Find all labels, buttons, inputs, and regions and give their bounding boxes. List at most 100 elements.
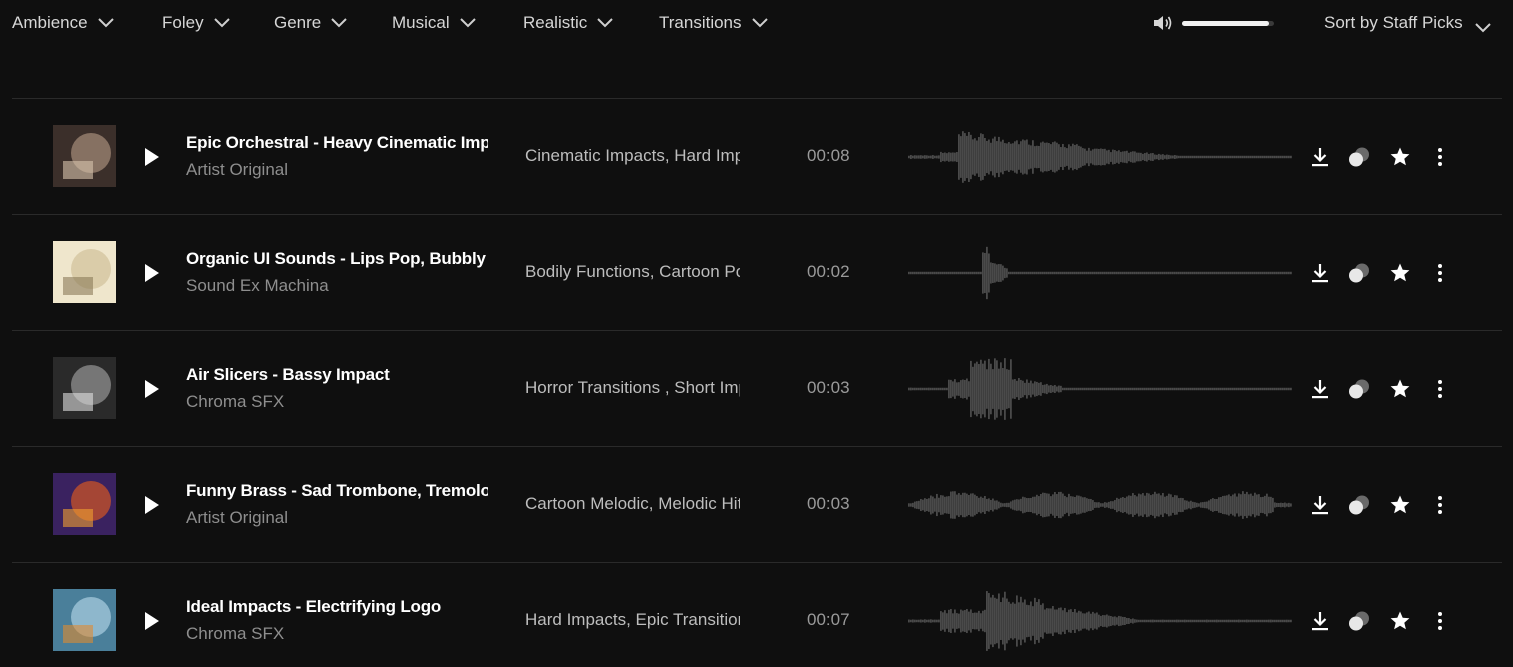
waveform-bar bbox=[1018, 144, 1020, 170]
track-title[interactable]: Epic Orchestral - Heavy Cinematic Impact bbox=[186, 133, 488, 153]
play-icon[interactable] bbox=[140, 146, 162, 168]
track-tags[interactable]: Bodily Functions, Cartoon Pops bbox=[525, 262, 740, 282]
waveform-bar bbox=[974, 612, 976, 630]
waveform-bar bbox=[1072, 496, 1074, 514]
collection-icon[interactable] bbox=[1348, 610, 1370, 632]
track-cover-image[interactable] bbox=[53, 125, 116, 187]
more-vertical-icon[interactable] bbox=[1429, 494, 1451, 516]
track-cover-image[interactable] bbox=[53, 473, 116, 535]
waveform-bar bbox=[918, 387, 920, 391]
star-icon[interactable] bbox=[1389, 146, 1411, 168]
star-icon[interactable] bbox=[1389, 494, 1411, 516]
waveform-bar bbox=[1184, 619, 1186, 623]
track-artist[interactable]: Artist Original bbox=[186, 160, 488, 180]
download-icon[interactable] bbox=[1309, 262, 1331, 284]
filter-transitions[interactable]: Transitions bbox=[659, 10, 768, 36]
track-title[interactable]: Organic UI Sounds - Lips Pop, Bubbly bbox=[186, 249, 488, 269]
waveform-bar bbox=[1226, 387, 1228, 391]
more-vertical-icon[interactable] bbox=[1429, 262, 1451, 284]
play-icon[interactable] bbox=[140, 610, 162, 632]
waveform-bar bbox=[1006, 502, 1008, 508]
collection-icon[interactable] bbox=[1348, 146, 1370, 168]
track-artist[interactable]: Sound Ex Machina bbox=[186, 276, 488, 296]
track-tags[interactable]: Cinematic Impacts, Hard Impacts bbox=[525, 146, 740, 166]
track-title[interactable]: Air Slicers - Bassy Impact bbox=[186, 365, 488, 385]
waveform[interactable] bbox=[908, 354, 1292, 424]
star-icon[interactable] bbox=[1389, 262, 1411, 284]
waveform-bar bbox=[1166, 495, 1168, 515]
waveform-bar bbox=[1108, 271, 1110, 275]
track-cover-image[interactable] bbox=[53, 241, 116, 303]
waveform[interactable] bbox=[908, 238, 1292, 308]
sort-label: Sort by Staff Picks bbox=[1324, 13, 1463, 32]
waveform-bar bbox=[1242, 619, 1244, 623]
waveform-bar bbox=[1200, 271, 1202, 275]
speaker-icon[interactable] bbox=[1152, 13, 1176, 33]
waveform[interactable] bbox=[908, 470, 1292, 540]
download-icon[interactable] bbox=[1309, 378, 1331, 400]
waveform-bar bbox=[1160, 619, 1162, 623]
track-row[interactable]: Funny Brass - Sad Trombone, Tremolo Arti… bbox=[12, 446, 1502, 562]
volume-slider[interactable] bbox=[1182, 20, 1274, 26]
filter-realistic[interactable]: Realistic bbox=[523, 10, 613, 36]
waveform-bar bbox=[1116, 271, 1118, 275]
waveform[interactable] bbox=[908, 586, 1292, 656]
play-icon[interactable] bbox=[140, 378, 162, 400]
collection-icon[interactable] bbox=[1348, 262, 1370, 284]
waveform-bar bbox=[1168, 493, 1170, 517]
track-cover-image[interactable] bbox=[53, 357, 116, 419]
download-icon[interactable] bbox=[1309, 494, 1331, 516]
track-tags[interactable]: Horror Transitions , Short Impacts bbox=[525, 378, 740, 398]
download-icon[interactable] bbox=[1309, 146, 1331, 168]
waveform-bar bbox=[1006, 268, 1008, 278]
track-row[interactable]: Epic Orchestral - Heavy Cinematic Impact… bbox=[12, 98, 1502, 214]
track-artist[interactable]: Artist Original bbox=[186, 508, 488, 528]
sort-dropdown[interactable]: Sort by Staff Picks bbox=[1324, 10, 1491, 36]
more-vertical-icon[interactable] bbox=[1429, 610, 1451, 632]
track-tags[interactable]: Cartoon Melodic, Melodic Hits bbox=[525, 494, 740, 514]
waveform-bar bbox=[1206, 271, 1208, 275]
collection-icon[interactable] bbox=[1348, 494, 1370, 516]
waveform-bar bbox=[1248, 619, 1250, 623]
more-vertical-icon[interactable] bbox=[1429, 378, 1451, 400]
chevron-down-icon bbox=[751, 18, 768, 28]
track-row[interactable]: Air Slicers - Bassy Impact Chroma SFX Ho… bbox=[12, 330, 1502, 446]
waveform-bar bbox=[1140, 619, 1142, 623]
filter-musical[interactable]: Musical bbox=[392, 10, 476, 36]
waveform-bar bbox=[1098, 502, 1100, 508]
filter-ambience[interactable]: Ambience bbox=[12, 10, 114, 36]
waveform-bar bbox=[1182, 271, 1184, 275]
waveform-bar bbox=[1022, 139, 1024, 175]
collection-icon[interactable] bbox=[1348, 378, 1370, 400]
track-title[interactable]: Funny Brass - Sad Trombone, Tremolo bbox=[186, 481, 488, 501]
play-icon[interactable] bbox=[140, 262, 162, 284]
waveform[interactable] bbox=[908, 122, 1292, 192]
waveform-bar bbox=[1062, 387, 1064, 391]
more-vertical-icon[interactable] bbox=[1429, 146, 1451, 168]
play-icon[interactable] bbox=[140, 494, 162, 516]
download-icon[interactable] bbox=[1309, 610, 1331, 632]
waveform-bar bbox=[1218, 619, 1220, 623]
star-icon[interactable] bbox=[1389, 378, 1411, 400]
track-tags[interactable]: Hard Impacts, Epic Transitions bbox=[525, 610, 740, 630]
star-icon[interactable] bbox=[1389, 610, 1411, 632]
track-cover-image[interactable] bbox=[53, 589, 116, 651]
waveform-bar bbox=[1028, 605, 1030, 637]
waveform-bar bbox=[1202, 155, 1204, 159]
track-artist[interactable]: Chroma SFX bbox=[186, 624, 488, 644]
track-row[interactable]: Ideal Impacts - Electrifying Logo Chroma… bbox=[12, 562, 1502, 667]
waveform-bar bbox=[964, 379, 966, 399]
waveform-bar bbox=[1000, 502, 1002, 508]
filter-foley[interactable]: Foley bbox=[162, 10, 230, 36]
waveform-bar bbox=[1252, 619, 1254, 623]
track-title[interactable]: Ideal Impacts - Electrifying Logo bbox=[186, 597, 488, 617]
track-artist[interactable]: Chroma SFX bbox=[186, 392, 488, 412]
waveform-bar bbox=[982, 134, 984, 180]
waveform-bar bbox=[1248, 271, 1250, 275]
track-row[interactable]: Organic UI Sounds - Lips Pop, Bubbly Sou… bbox=[12, 214, 1502, 330]
waveform-bar bbox=[1126, 271, 1128, 275]
waveform-bar bbox=[1248, 155, 1250, 159]
filter-genre[interactable]: Genre bbox=[274, 10, 347, 36]
waveform-bar bbox=[1098, 148, 1100, 166]
waveform-bar bbox=[1222, 271, 1224, 275]
